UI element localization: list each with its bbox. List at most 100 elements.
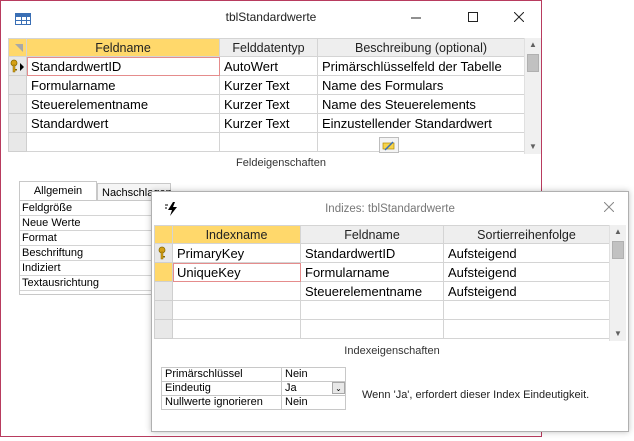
- cell-felddatentyp[interactable]: Kurzer Text: [219, 94, 318, 114]
- property-label[interactable]: Textausrichtung: [20, 276, 152, 291]
- cell-beschreibung[interactable]: Name des Formulars: [317, 75, 525, 95]
- cell-feldname[interactable]: [300, 319, 444, 339]
- column-header-sortierreihenfolge[interactable]: Sortierreihenfolge: [443, 225, 610, 244]
- scroll-down-icon[interactable]: ▼: [610, 327, 626, 341]
- table-row[interactable]: Steuerelementname Kurzer Text Name des S…: [8, 94, 525, 114]
- cell-feldname[interactable]: StandardwertID: [300, 243, 444, 263]
- cell-sortierreihenfolge[interactable]: Aufsteigend: [443, 262, 610, 282]
- row-selector[interactable]: [8, 113, 27, 133]
- cell-sortierreihenfolge[interactable]: [443, 300, 610, 320]
- scroll-thumb[interactable]: [612, 241, 624, 259]
- builder-wand-icon: [382, 141, 395, 151]
- row-selector[interactable]: [154, 243, 173, 263]
- cell-feldname[interactable]: Steuerelementname: [26, 94, 220, 114]
- cell-beschreibung[interactable]: Name des Steuerelements: [317, 94, 525, 114]
- cell-feldname[interactable]: [26, 132, 220, 152]
- cell-felddatentyp[interactable]: AutoWert: [219, 56, 318, 76]
- cell-sortierreihenfolge[interactable]: Aufsteigend: [443, 281, 610, 301]
- table-row[interactable]: [154, 319, 610, 339]
- maximize-icon: [468, 12, 478, 22]
- index-properties-label: Indexeigenschaften: [344, 345, 440, 357]
- eindeutig-value: Ja: [285, 382, 297, 394]
- grid-corner[interactable]: [154, 225, 173, 244]
- cell-sortierreihenfolge[interactable]: Aufsteigend: [443, 243, 610, 263]
- row-selector[interactable]: [8, 75, 27, 95]
- field-properties-label: Feldeigenschaften: [236, 157, 326, 169]
- close-icon[interactable]: [604, 202, 614, 212]
- scroll-down-icon[interactable]: ▼: [525, 140, 541, 154]
- cell-beschreibung[interactable]: Einzustellender Standardwert: [317, 113, 525, 133]
- table-row[interactable]: UniqueKey Formularname Aufsteigend: [154, 262, 610, 282]
- row-selector[interactable]: [154, 319, 173, 339]
- property-value-nullwerte[interactable]: Nein: [281, 395, 346, 410]
- maximize-button[interactable]: [458, 7, 488, 27]
- table-row[interactable]: [8, 132, 525, 152]
- index-grid: Indexname Feldname Sortierreihenfolge Pr…: [154, 225, 610, 339]
- table-row[interactable]: PrimaryKey StandardwertID Aufsteigend: [154, 243, 610, 263]
- row-selector[interactable]: [154, 300, 173, 320]
- table-row[interactable]: Formularname Kurzer Text Name des Formul…: [8, 75, 525, 95]
- table-row[interactable]: [154, 300, 610, 320]
- field-grid-scrollbar[interactable]: ▲ ▼: [524, 38, 541, 154]
- indexes-dialog-title: Indizes: tblStandardwerte: [325, 203, 455, 215]
- index-properties-panel: Primärschlüssel Nein Eindeutig Ja ⌄ Null…: [161, 367, 346, 410]
- cell-felddatentyp[interactable]: [219, 132, 318, 152]
- cell-feldname[interactable]: Formularname: [300, 262, 444, 282]
- cell-beschreibung[interactable]: [317, 132, 525, 152]
- property-label[interactable]: Beschriftung: [20, 246, 152, 261]
- property-value-eindeutig[interactable]: Ja ⌄: [281, 381, 346, 396]
- close-icon: [514, 12, 524, 22]
- table-row[interactable]: Steuerelementname Aufsteigend: [154, 281, 610, 301]
- tab-allgemein[interactable]: Allgemein: [19, 181, 97, 200]
- column-header-beschreibung[interactable]: Beschreibung (optional): [317, 38, 525, 57]
- cell-feldname[interactable]: [300, 300, 444, 320]
- column-header-felddatentyp[interactable]: Felddatentyp: [219, 38, 318, 57]
- property-label[interactable]: Neue Werte: [20, 216, 152, 231]
- property-label[interactable]: Feldgröße: [20, 201, 152, 216]
- primary-key-icon: [10, 59, 24, 72]
- row-selector[interactable]: [154, 262, 173, 282]
- minimize-button[interactable]: [401, 7, 431, 27]
- scroll-thumb[interactable]: [527, 54, 539, 72]
- column-header-feldname[interactable]: Feldname: [300, 225, 444, 244]
- row-selector[interactable]: [154, 281, 173, 301]
- column-header-feldname[interactable]: Feldname: [26, 38, 220, 57]
- property-label[interactable]: Format: [20, 231, 152, 246]
- scroll-up-icon[interactable]: ▲: [610, 225, 626, 239]
- row-selector[interactable]: [8, 132, 27, 152]
- indexes-dialog-titlebar[interactable]: Indizes: tblStandardwerte: [152, 192, 628, 226]
- cell-felddatentyp[interactable]: Kurzer Text: [219, 75, 318, 95]
- row-selector[interactable]: [8, 56, 27, 76]
- chevron-down-icon[interactable]: ⌄: [332, 382, 345, 394]
- scroll-up-icon[interactable]: ▲: [525, 38, 541, 52]
- cell-indexname[interactable]: [172, 319, 301, 339]
- cell-sortierreihenfolge[interactable]: [443, 319, 610, 339]
- primary-key-icon: [158, 246, 166, 259]
- cell-feldname[interactable]: Standardwert: [26, 113, 220, 133]
- grid-corner[interactable]: [8, 38, 27, 57]
- property-label: Eindeutig: [161, 381, 282, 396]
- cell-indexname[interactable]: [172, 281, 301, 301]
- column-header-indexname[interactable]: Indexname: [172, 225, 301, 244]
- property-label: Nullwerte ignorieren: [161, 395, 282, 410]
- indexes-dialog: Indizes: tblStandardwerte Indexname Feld…: [151, 191, 629, 432]
- builder-button[interactable]: [379, 137, 399, 153]
- cell-feldname[interactable]: Steuerelementname: [300, 281, 444, 301]
- field-grid: Feldname Felddatentyp Beschreibung (opti…: [8, 38, 525, 152]
- row-selector[interactable]: [8, 94, 27, 114]
- cell-feldname[interactable]: StandardwertID: [26, 56, 220, 76]
- cell-feldname[interactable]: Formularname: [26, 75, 220, 95]
- close-button[interactable]: [504, 7, 534, 27]
- index-grid-scrollbar[interactable]: ▲ ▼: [609, 225, 626, 341]
- cell-indexname[interactable]: [172, 300, 301, 320]
- cell-beschreibung[interactable]: Primärschlüsselfeld der Tabelle: [317, 56, 525, 76]
- property-label: Primärschlüssel: [161, 367, 282, 382]
- table-row[interactable]: Standardwert Kurzer Text Einzustellender…: [8, 113, 525, 133]
- table-row[interactable]: StandardwertID AutoWert Primärschlüsself…: [8, 56, 525, 76]
- table-window-titlebar[interactable]: tblStandardwerte: [1, 1, 541, 33]
- cell-felddatentyp[interactable]: Kurzer Text: [219, 113, 318, 133]
- cell-indexname[interactable]: PrimaryKey: [172, 243, 301, 263]
- cell-indexname[interactable]: UniqueKey: [172, 262, 301, 282]
- property-value-primaerschluessel[interactable]: Nein: [281, 367, 346, 382]
- property-label[interactable]: Indiziert: [20, 261, 152, 276]
